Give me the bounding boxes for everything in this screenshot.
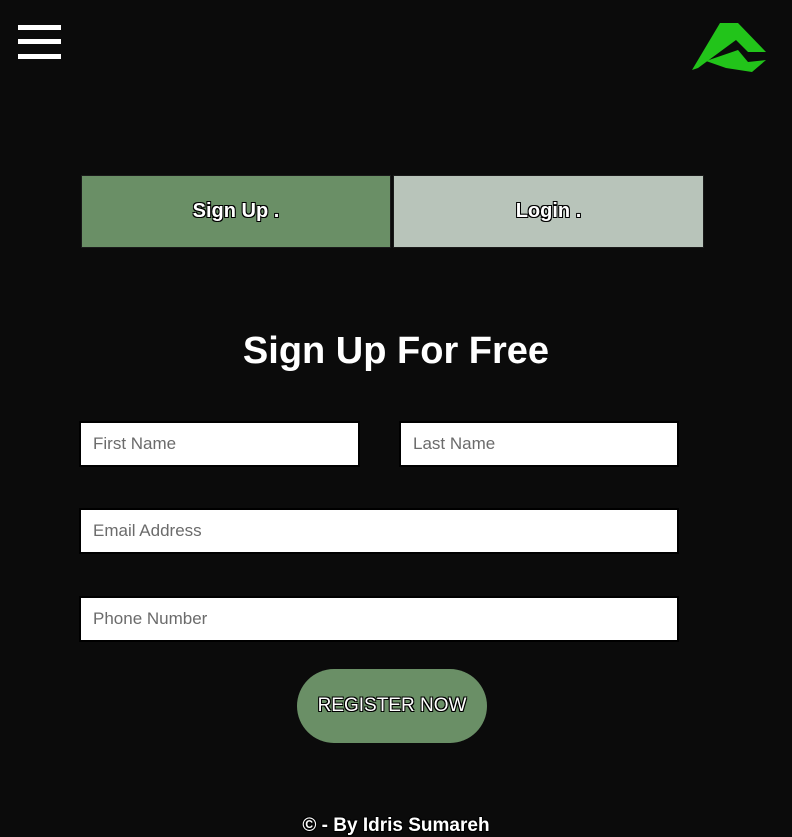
auth-tabs: Sign Up . Login . (81, 175, 704, 250)
green-logo-icon[interactable] (690, 22, 768, 74)
menu-bar (18, 39, 61, 44)
tab-login[interactable]: Login . (393, 175, 704, 248)
email-input[interactable] (79, 508, 679, 554)
hamburger-menu-icon[interactable] (18, 25, 61, 59)
menu-bar (18, 54, 61, 59)
phone-input[interactable] (79, 596, 679, 642)
signup-page: Sign Up . Login . Sign Up For Free REGIS… (0, 0, 792, 837)
page-title: Sign Up For Free (242, 330, 550, 372)
tab-signup[interactable]: Sign Up . (81, 175, 391, 248)
first-name-input[interactable] (79, 421, 360, 467)
last-name-input[interactable] (399, 421, 679, 467)
tab-login-label: Login . (515, 200, 582, 222)
tab-signup-label: Sign Up . (192, 200, 280, 222)
register-button[interactable]: REGISTER NOW (297, 669, 487, 743)
menu-bar (18, 25, 61, 30)
footer-credit: © - By Idris Sumareh (302, 815, 490, 836)
